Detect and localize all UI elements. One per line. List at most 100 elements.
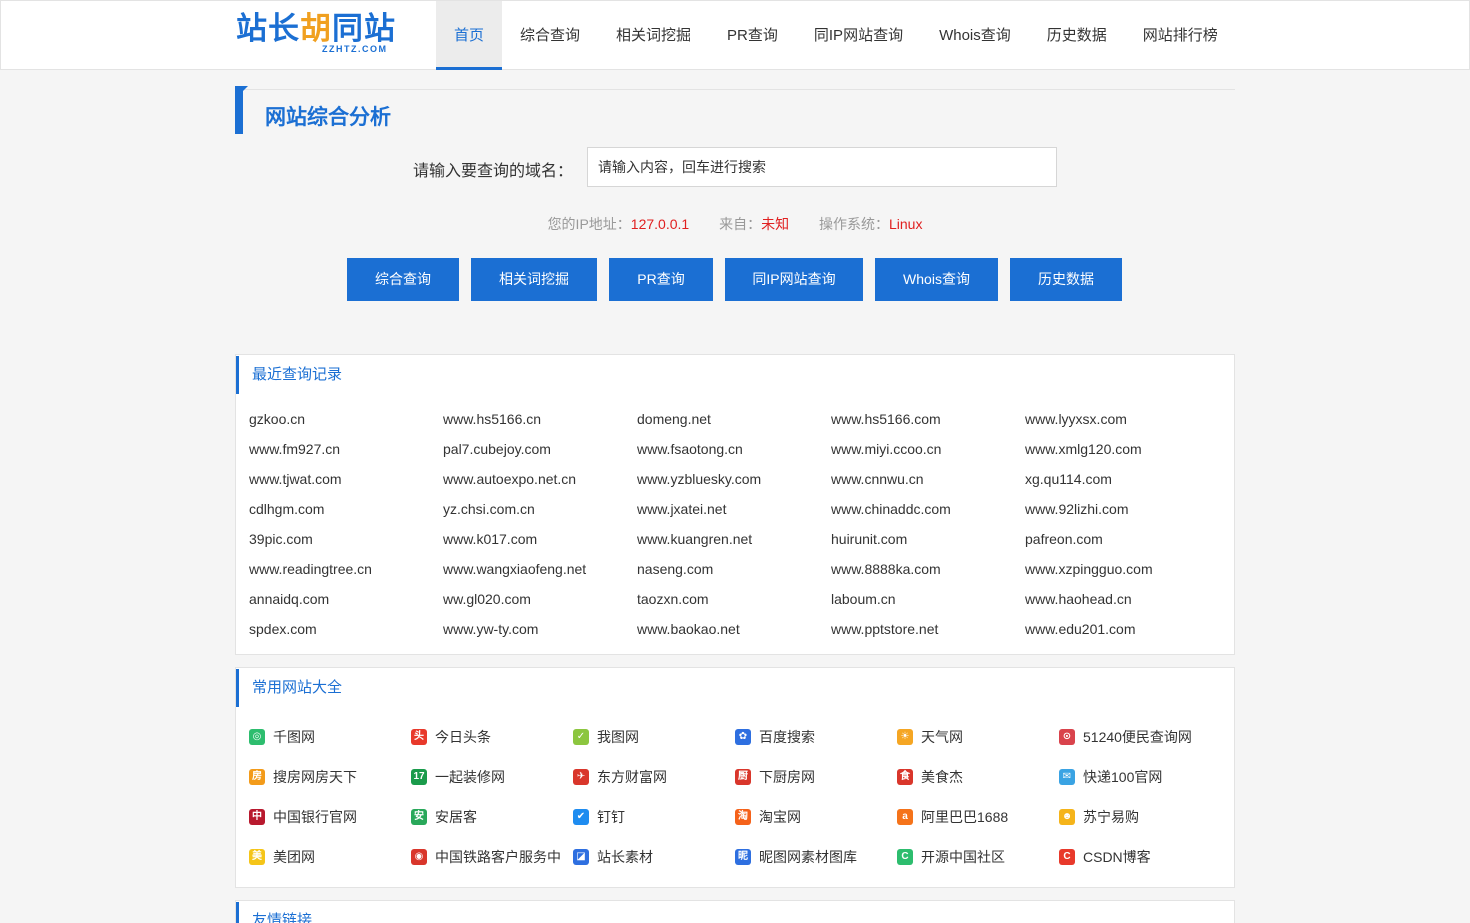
recent-query-link[interactable]: www.hs5166.cn — [443, 404, 637, 434]
recent-query-link[interactable]: cdlhgm.com — [249, 494, 443, 524]
ip-value: 127.0.0.1 — [630, 216, 690, 232]
site-link[interactable]: C CSDN博客 — [1059, 837, 1221, 877]
recent-query-link[interactable]: pafreon.com — [1025, 524, 1219, 554]
title-accent-bar — [235, 86, 248, 134]
site-link[interactable]: ◪ 站长素材 — [573, 837, 735, 877]
recent-query-link[interactable]: www.8888ka.com — [831, 554, 1025, 584]
domain-search-input[interactable] — [587, 147, 1057, 187]
site-link[interactable]: ✉ 快递100官网 — [1059, 757, 1221, 797]
pr-query-button[interactable]: PR查询 — [609, 258, 713, 301]
recent-query-link[interactable]: www.autoexpo.net.cn — [443, 464, 637, 494]
site-link-label: 美食杰 — [921, 769, 963, 785]
site-link[interactable]: 17 一起装修网 — [411, 757, 573, 797]
site-link[interactable]: 房搜房网房天下 — [249, 757, 411, 797]
dingtalk-icon: ✔ — [573, 809, 589, 825]
recent-query-link[interactable]: laboum.cn — [831, 584, 1025, 614]
recent-query-link[interactable]: www.wangxiaofeng.net — [443, 554, 637, 584]
site-link[interactable]: 美美团网 — [249, 837, 411, 877]
recent-query-link[interactable]: pal7.cubejoy.com — [443, 434, 637, 464]
site-link[interactable]: ⊙ 51240便民查询网 — [1059, 717, 1221, 757]
recent-query-link[interactable]: www.baokao.net — [637, 614, 831, 644]
site-link[interactable]: 头今日头条 — [411, 717, 573, 757]
site-link-label: 站长素材 — [597, 849, 653, 865]
baidu-icon: ✿ — [735, 729, 751, 745]
site-link-label: 下厨房网 — [759, 769, 815, 785]
nav-item-keywords[interactable]: 相关词挖掘 — [598, 1, 709, 70]
recent-query-link[interactable]: huirunit.com — [831, 524, 1025, 554]
site-link-label: 一起装修网 — [435, 769, 505, 785]
site-link[interactable]: a 阿里巴巴1688 — [897, 797, 1059, 837]
site-link[interactable]: ◉ 中国铁路客户服务中 — [411, 837, 573, 877]
recent-query-link[interactable]: www.lyyxsx.com — [1025, 404, 1219, 434]
recent-query-link[interactable]: www.tjwat.com — [249, 464, 443, 494]
recent-query-link[interactable]: www.xzpingguo.com — [1025, 554, 1219, 584]
site-link[interactable]: 淘淘宝网 — [735, 797, 897, 837]
site-link[interactable]: ✓ 我图网 — [573, 717, 735, 757]
recent-query-link[interactable]: www.fsaotong.cn — [637, 434, 831, 464]
recent-query-link[interactable]: domeng.net — [637, 404, 831, 434]
recent-query-link[interactable]: naseng.com — [637, 554, 831, 584]
site-link[interactable]: 安安居客 — [411, 797, 573, 837]
common-sites-list: ◎ 千图网头今日头条 ✓ 我图网 ✿ 百度搜索 ☀ 天气网 ⊙ 51240便民查询网房搜房网房天下… — [236, 708, 1234, 877]
nav-item-home[interactable]: 首页 — [436, 1, 503, 70]
same-ip-query-button[interactable]: 同IP网站查询 — [725, 258, 863, 301]
recent-query-link[interactable]: www.miyi.ccoo.cn — [831, 434, 1025, 464]
recent-query-link[interactable]: www.kuangren.net — [637, 524, 831, 554]
site-link[interactable]: ✔ 钉钉 — [573, 797, 735, 837]
site-link[interactable]: 食美食杰 — [897, 757, 1059, 797]
recent-query-link[interactable]: 39pic.com — [249, 524, 443, 554]
recent-query-link[interactable]: gzkoo.cn — [249, 404, 443, 434]
site-link-label: 阿里巴巴1688 — [921, 809, 1009, 825]
friend-links-panel: 友情链接 — [235, 900, 1235, 923]
nav-item-history[interactable]: 历史数据 — [1029, 1, 1125, 70]
nav-item-ranking[interactable]: 网站排行榜 — [1125, 1, 1236, 70]
query-button-row: 综合查询 相关词挖掘 PR查询 同IP网站查询 Whois查询 历史数据 — [347, 258, 1134, 301]
recent-query-link[interactable]: www.yzbluesky.com — [637, 464, 831, 494]
recent-queries-panel: 最近查询记录 gzkoo.cn www.hs5166.cn domeng.net ww… — [235, 354, 1235, 655]
nav-item-same-ip[interactable]: 同IP网站查询 — [796, 1, 921, 70]
keyword-mining-button[interactable]: 相关词挖掘 — [471, 258, 597, 301]
recent-query-link[interactable]: www.chinaddc.com — [831, 494, 1025, 524]
tianqi-icon: ☀ — [897, 729, 913, 745]
xiachufang-icon: 厨 — [735, 769, 751, 785]
site-logo[interactable]: 站长胡同站 ZZHTZ.COM — [236, 13, 396, 57]
site-link[interactable]: ☀ 天气网 — [897, 717, 1059, 757]
logo-text: 站长胡同站 — [236, 11, 396, 47]
recent-query-link[interactable]: www.fm927.cn — [249, 434, 443, 464]
site-link[interactable]: ◎ 千图网 — [249, 717, 411, 757]
site-link[interactable]: 厨下厨房网 — [735, 757, 897, 797]
nav-item-comprehensive[interactable]: 综合查询 — [502, 1, 598, 70]
recent-query-link[interactable]: www.92lizhi.com — [1025, 494, 1219, 524]
nipic-icon: 昵 — [735, 849, 751, 865]
history-data-button[interactable]: 历史数据 — [1010, 258, 1122, 301]
recent-query-link[interactable]: www.k017.com — [443, 524, 637, 554]
recent-query-link[interactable]: spdex.com — [249, 614, 443, 644]
nav-item-pr[interactable]: PR查询 — [709, 1, 796, 70]
recent-query-link[interactable]: ww.gl020.com — [443, 584, 637, 614]
recent-query-link[interactable]: taozxn.com — [637, 584, 831, 614]
site-link[interactable]: C 开源中国社区 — [897, 837, 1059, 877]
toutiao-icon: 头 — [411, 729, 427, 745]
site-link[interactable]: ☻ 苏宁易购 — [1059, 797, 1221, 837]
comprehensive-query-button[interactable]: 综合查询 — [347, 258, 459, 301]
recent-query-link[interactable]: www.readingtree.cn — [249, 554, 443, 584]
site-link-label: 快递100官网 — [1083, 769, 1163, 785]
recent-query-link[interactable]: www.hs5166.com — [831, 404, 1025, 434]
site-link[interactable]: ✿ 百度搜索 — [735, 717, 897, 757]
site-link[interactable]: 昵昵图网素材图库 — [735, 837, 897, 877]
recent-query-link[interactable]: xg.qu114.com — [1025, 464, 1219, 494]
nav-item-whois[interactable]: Whois查询 — [921, 1, 1029, 70]
recent-query-link[interactable]: www.yw-ty.com — [443, 614, 637, 644]
recent-query-link[interactable]: www.xmlg120.com — [1025, 434, 1219, 464]
recent-query-link[interactable]: www.cnnwu.cn — [831, 464, 1025, 494]
recent-query-link[interactable]: yz.chsi.com.cn — [443, 494, 637, 524]
recent-query-link[interactable]: annaidq.com — [249, 584, 443, 614]
recent-query-link[interactable]: www.edu201.com — [1025, 614, 1219, 644]
recent-query-link[interactable]: www.pptstore.net — [831, 614, 1025, 644]
soufang-icon: 房 — [249, 769, 265, 785]
recent-query-link[interactable]: www.haohead.cn — [1025, 584, 1219, 614]
site-link[interactable]: 中中国银行官网 — [249, 797, 411, 837]
recent-query-link[interactable]: www.jxatei.net — [637, 494, 831, 524]
site-link[interactable]: ✈ 东方财富网 — [573, 757, 735, 797]
whois-query-button[interactable]: Whois查询 — [875, 258, 998, 301]
